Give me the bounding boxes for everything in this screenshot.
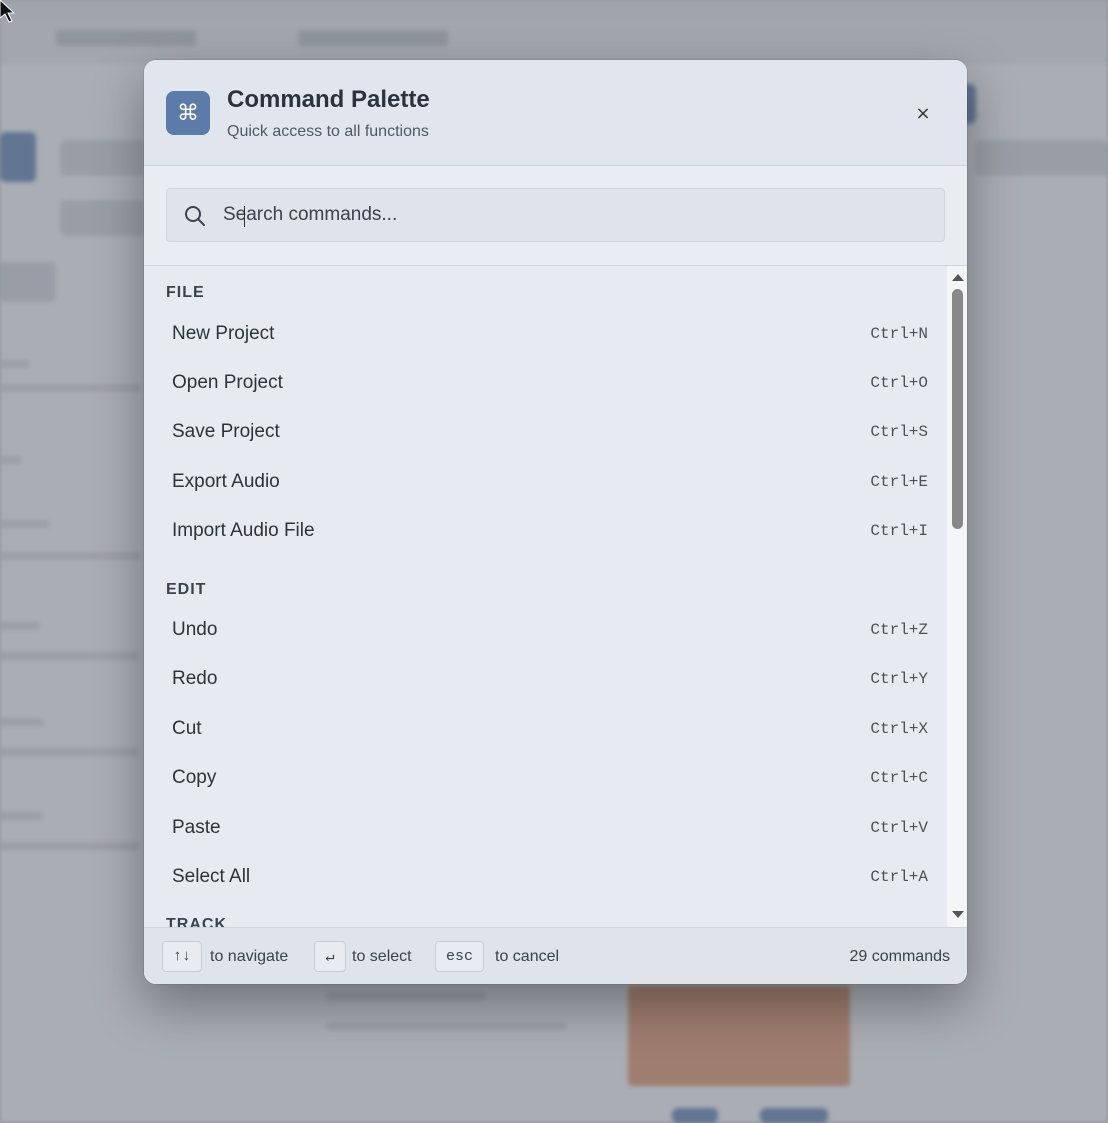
dialog-title: Command Palette <box>227 86 430 113</box>
command-label: New Project <box>172 323 275 344</box>
command-import-audio-file[interactable]: Import Audio File Ctrl+I <box>166 509 936 553</box>
select-hint-text: to select <box>352 948 412 965</box>
close-button[interactable]: × <box>908 98 938 128</box>
command-list[interactable]: FILE New Project Ctrl+N Open Project Ctr… <box>144 266 947 927</box>
command-save-project[interactable]: Save Project Ctrl+S <box>166 410 936 454</box>
enter-key-hint: ↵ <box>314 941 346 972</box>
command-redo[interactable]: Redo Ctrl+Y <box>166 657 936 701</box>
command-label: Redo <box>172 668 218 689</box>
command-label: Paste <box>172 817 221 838</box>
command-undo[interactable]: Undo Ctrl+Z <box>166 608 936 652</box>
command-shortcut: Ctrl+Z <box>870 621 928 639</box>
command-shortcut: Ctrl+V <box>870 819 928 837</box>
command-shortcut: Ctrl+N <box>870 325 928 343</box>
scroll-up-arrow-icon[interactable] <box>952 274 964 281</box>
cancel-hint-text: to cancel <box>495 948 560 965</box>
command-key-icon: ⌘ <box>166 91 210 135</box>
command-label: Save Project <box>172 421 280 442</box>
command-cut[interactable]: Cut Ctrl+X <box>166 707 936 751</box>
search-box[interactable] <box>166 188 945 242</box>
command-shortcut: Ctrl+E <box>870 473 928 491</box>
command-count: 29 commands <box>849 948 951 965</box>
command-palette-dialog: ⌘ Command Palette Quick access to all fu… <box>144 60 967 984</box>
dialog-header: ⌘ Command Palette Quick access to all fu… <box>144 60 967 166</box>
scrollbar[interactable] <box>947 266 967 927</box>
command-label: Select All <box>172 866 251 887</box>
dialog-footer: ↑↓ to navigate ↵ to select esc to cancel… <box>144 927 967 984</box>
command-shortcut: Ctrl+Y <box>870 670 928 688</box>
section-title-file: FILE <box>166 284 205 301</box>
command-label: Export Audio <box>172 471 280 492</box>
command-label: Cut <box>172 718 202 739</box>
search-icon <box>185 206 205 226</box>
command-shortcut: Ctrl+A <box>870 868 928 886</box>
navigate-hint-text: to navigate <box>210 948 289 965</box>
scroll-thumb[interactable] <box>952 289 963 529</box>
command-shortcut: Ctrl+S <box>870 423 928 441</box>
section-title-track: TRACK <box>166 916 227 927</box>
dialog-subtitle: Quick access to all functions <box>227 123 429 140</box>
command-shortcut: Ctrl+X <box>870 720 928 738</box>
mouse-cursor-icon <box>0 0 16 23</box>
scroll-down-arrow-icon[interactable] <box>952 911 964 918</box>
command-shortcut: Ctrl+C <box>870 769 928 787</box>
command-new-project[interactable]: New Project Ctrl+N <box>166 312 936 356</box>
command-select-all[interactable]: Select All Ctrl+A <box>166 855 936 899</box>
command-shortcut: Ctrl+I <box>870 522 928 540</box>
command-paste[interactable]: Paste Ctrl+V <box>166 806 936 850</box>
command-open-project[interactable]: Open Project Ctrl+O <box>166 361 936 405</box>
command-label: Copy <box>172 767 217 788</box>
esc-key-hint: esc <box>435 941 485 972</box>
search-area <box>144 166 967 266</box>
command-copy[interactable]: Copy Ctrl+C <box>166 756 936 800</box>
command-shortcut: Ctrl+O <box>870 374 928 392</box>
command-label: Import Audio File <box>172 520 315 541</box>
command-export-audio[interactable]: Export Audio Ctrl+E <box>166 460 936 504</box>
command-label: Open Project <box>172 372 283 393</box>
text-caret <box>244 206 245 227</box>
command-label: Undo <box>172 619 218 640</box>
section-title-edit: EDIT <box>166 581 207 598</box>
search-input[interactable] <box>221 189 921 241</box>
navigate-key-hint: ↑↓ <box>162 941 203 972</box>
